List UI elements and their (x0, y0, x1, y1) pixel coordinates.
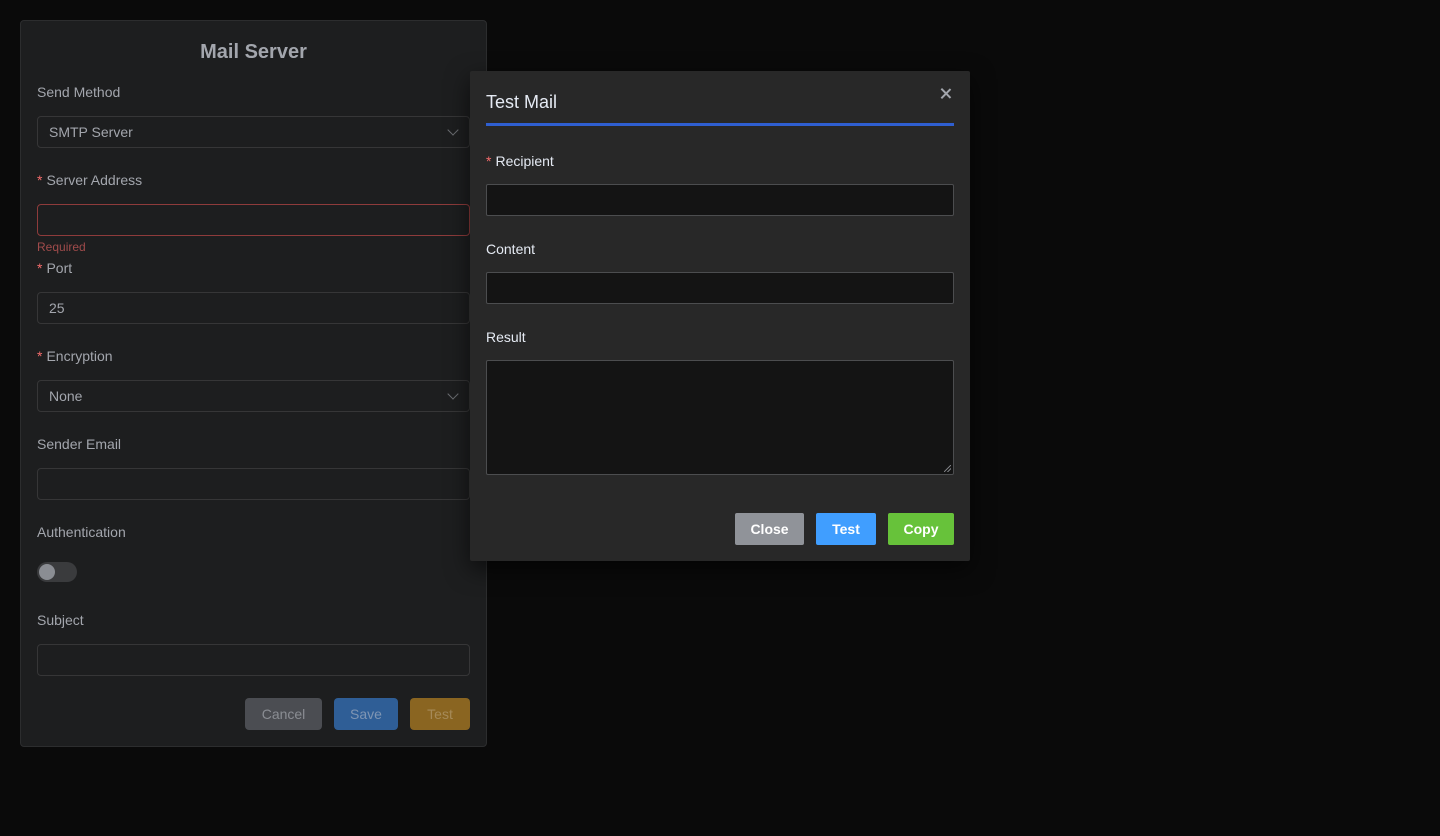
server-address-label: * Server Address (37, 172, 143, 188)
port-input[interactable]: 25 (37, 292, 470, 324)
recipient-input[interactable] (486, 184, 954, 216)
sender-email-label: Sender Email (37, 436, 122, 452)
copy-button[interactable]: Copy (888, 513, 954, 545)
close-icon[interactable] (938, 86, 954, 102)
resize-grip-icon[interactable] (944, 465, 951, 472)
content-input[interactable] (486, 272, 954, 304)
content-label: Content (486, 241, 536, 257)
subject-label: Subject (37, 612, 84, 628)
mail-server-panel: Mail Server Send Method SMTP Server * Ser… (20, 20, 487, 747)
panel-test-button[interactable]: Test (410, 698, 470, 730)
cancel-button[interactable]: Cancel (245, 698, 322, 730)
dialog-title: Test Mail (486, 92, 558, 112)
test-button[interactable]: Test (816, 513, 876, 545)
authentication-toggle[interactable] (37, 562, 77, 582)
result-textarea[interactable] (486, 360, 954, 475)
authentication-label: Authentication (37, 524, 126, 540)
title-divider (486, 123, 954, 126)
encryption-select[interactable]: None (37, 380, 470, 412)
port-label: * Port (37, 260, 73, 276)
recipient-label: * Recipient (486, 153, 554, 169)
panel-title: Mail Server (200, 41, 307, 63)
send-method-label: Send Method (37, 84, 121, 100)
close-button[interactable]: Close (735, 513, 804, 545)
send-method-select[interactable]: SMTP Server (37, 116, 470, 148)
server-address-input[interactable] (37, 204, 470, 236)
encryption-label: * Encryption (37, 348, 113, 364)
chevron-down-icon (447, 388, 459, 400)
subject-input[interactable] (37, 644, 470, 676)
result-label: Result (486, 329, 526, 345)
toggle-knob (39, 564, 55, 580)
save-button[interactable]: Save (334, 698, 398, 730)
server-address-error: Required (37, 240, 86, 254)
chevron-down-icon (447, 124, 459, 136)
sender-email-input[interactable] (37, 468, 470, 500)
test-mail-dialog: Test Mail * Recipient Content Result Clos… (470, 71, 970, 561)
